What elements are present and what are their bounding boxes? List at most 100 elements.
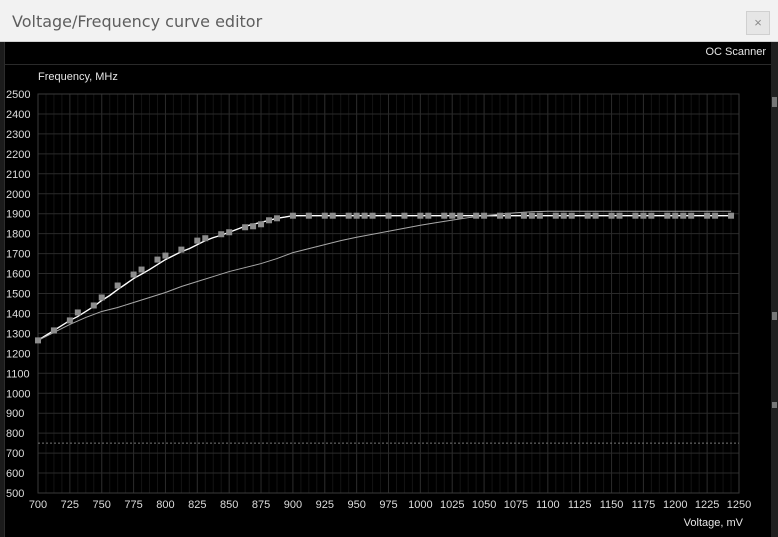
curve-point[interactable] <box>154 256 161 263</box>
close-button[interactable]: × <box>746 11 770 35</box>
curve-point[interactable] <box>664 212 671 219</box>
curve-point[interactable] <box>289 212 296 219</box>
curve-point[interactable] <box>130 271 137 278</box>
curve-point[interactable] <box>329 212 336 219</box>
curve-point[interactable] <box>194 237 201 244</box>
x-tick-label: 825 <box>188 499 206 511</box>
y-tick-label: 1000 <box>6 388 30 400</box>
curve-point[interactable] <box>441 212 448 219</box>
curve-point[interactable] <box>688 212 695 219</box>
y-tick-label: 2300 <box>6 129 30 141</box>
curve-point[interactable] <box>273 215 280 222</box>
y-tick-label: 1800 <box>6 229 30 241</box>
x-tick-label: 775 <box>124 499 142 511</box>
curve-point[interactable] <box>353 212 360 219</box>
curve-point[interactable] <box>584 212 591 219</box>
curve-point[interactable] <box>74 309 81 316</box>
y-tick-label: 700 <box>6 448 24 460</box>
curve-point[interactable] <box>712 212 719 219</box>
curve-point[interactable] <box>457 212 464 219</box>
curve-point[interactable] <box>520 212 527 219</box>
curve-point[interactable] <box>425 212 432 219</box>
curve-point[interactable] <box>98 294 105 301</box>
x-tick-label: 725 <box>61 499 79 511</box>
curve-point[interactable] <box>704 212 711 219</box>
curve-point[interactable] <box>473 212 480 219</box>
curve-point[interactable] <box>138 266 145 273</box>
curve-point[interactable] <box>114 282 121 289</box>
curve-point[interactable] <box>481 212 488 219</box>
curve-point[interactable] <box>202 235 209 242</box>
x-tick-label: 1250 <box>727 499 751 511</box>
curve-point[interactable] <box>632 212 639 219</box>
y-tick-label: 800 <box>6 428 24 440</box>
y-tick-label: 1500 <box>6 289 30 301</box>
curve-point[interactable] <box>672 212 679 219</box>
x-tick-label: 1075 <box>504 499 528 511</box>
curve-point[interactable] <box>497 212 504 219</box>
y-tick-label: 1900 <box>6 209 30 221</box>
curve-point[interactable] <box>305 212 312 219</box>
curve-point[interactable] <box>680 212 687 219</box>
curve-point[interactable] <box>401 212 408 219</box>
x-tick-label: 975 <box>379 499 397 511</box>
curve-point[interactable] <box>66 317 73 324</box>
x-axis-title: Voltage, mV <box>684 517 744 529</box>
x-tick-label: 1000 <box>408 499 432 511</box>
curve-point[interactable] <box>592 212 599 219</box>
curve-point[interactable] <box>560 212 567 219</box>
x-tick-label: 1175 <box>632 499 656 511</box>
curve-point[interactable] <box>178 246 185 253</box>
curve-point[interactable] <box>361 212 368 219</box>
curve-point[interactable] <box>608 212 615 219</box>
curve-point[interactable] <box>536 212 543 219</box>
curve-point[interactable] <box>162 252 169 259</box>
curve-point[interactable] <box>504 212 511 219</box>
y-tick-label: 1600 <box>6 269 30 281</box>
curve-point[interactable] <box>417 212 424 219</box>
curve-point[interactable] <box>369 212 376 219</box>
x-tick-label: 800 <box>156 499 174 511</box>
x-tick-label: 1200 <box>663 499 687 511</box>
x-tick-label: 750 <box>93 499 111 511</box>
close-icon: × <box>754 15 762 30</box>
y-tick-label: 2200 <box>6 149 30 161</box>
x-tick-label: 1100 <box>536 499 560 511</box>
y-tick-label: 2000 <box>6 189 30 201</box>
curve-point[interactable] <box>552 212 559 219</box>
y-tick-label: 2100 <box>6 169 30 181</box>
curve-point[interactable] <box>616 212 623 219</box>
y-tick-label: 900 <box>6 408 24 420</box>
curve-point[interactable] <box>568 212 575 219</box>
vf-curve-chart[interactable]: 500 600 700 800 900 1000 1100 1200 1300 1400 1500 1… <box>5 42 772 537</box>
curve-point[interactable] <box>90 302 97 309</box>
curve-point[interactable] <box>226 229 233 236</box>
curve-point[interactable] <box>50 327 57 334</box>
curve-point[interactable] <box>345 212 352 219</box>
curve-point[interactable] <box>218 231 225 238</box>
curve-point[interactable] <box>266 217 273 224</box>
curve-point[interactable] <box>640 212 647 219</box>
title-bar: Voltage/Frequency curve editor × <box>0 0 778 42</box>
x-tick-label: 1025 <box>440 499 464 511</box>
curve-point[interactable] <box>528 212 535 219</box>
window-title: Voltage/Frequency curve editor <box>12 12 263 31</box>
curve-point[interactable] <box>385 212 392 219</box>
y-axis-title: Frequency, MHz <box>38 71 118 83</box>
curve-point[interactable] <box>242 224 249 231</box>
curve-point[interactable] <box>321 212 328 219</box>
x-tick-label: 850 <box>220 499 238 511</box>
curve-point[interactable] <box>449 212 456 219</box>
x-tick-label: 950 <box>347 499 365 511</box>
x-tick-label: 1225 <box>695 499 719 511</box>
y-tick-label: 1200 <box>6 348 30 360</box>
y-tick-label: 2400 <box>6 109 30 121</box>
curve-point[interactable] <box>648 212 655 219</box>
curve-point[interactable] <box>728 212 735 219</box>
curve-point[interactable] <box>258 221 265 228</box>
x-tick-label: 1150 <box>600 499 624 511</box>
y-tick-label: 1400 <box>6 308 30 320</box>
curve-point[interactable] <box>250 223 257 230</box>
curve-point[interactable] <box>35 337 41 344</box>
x-tick-label: 900 <box>284 499 302 511</box>
